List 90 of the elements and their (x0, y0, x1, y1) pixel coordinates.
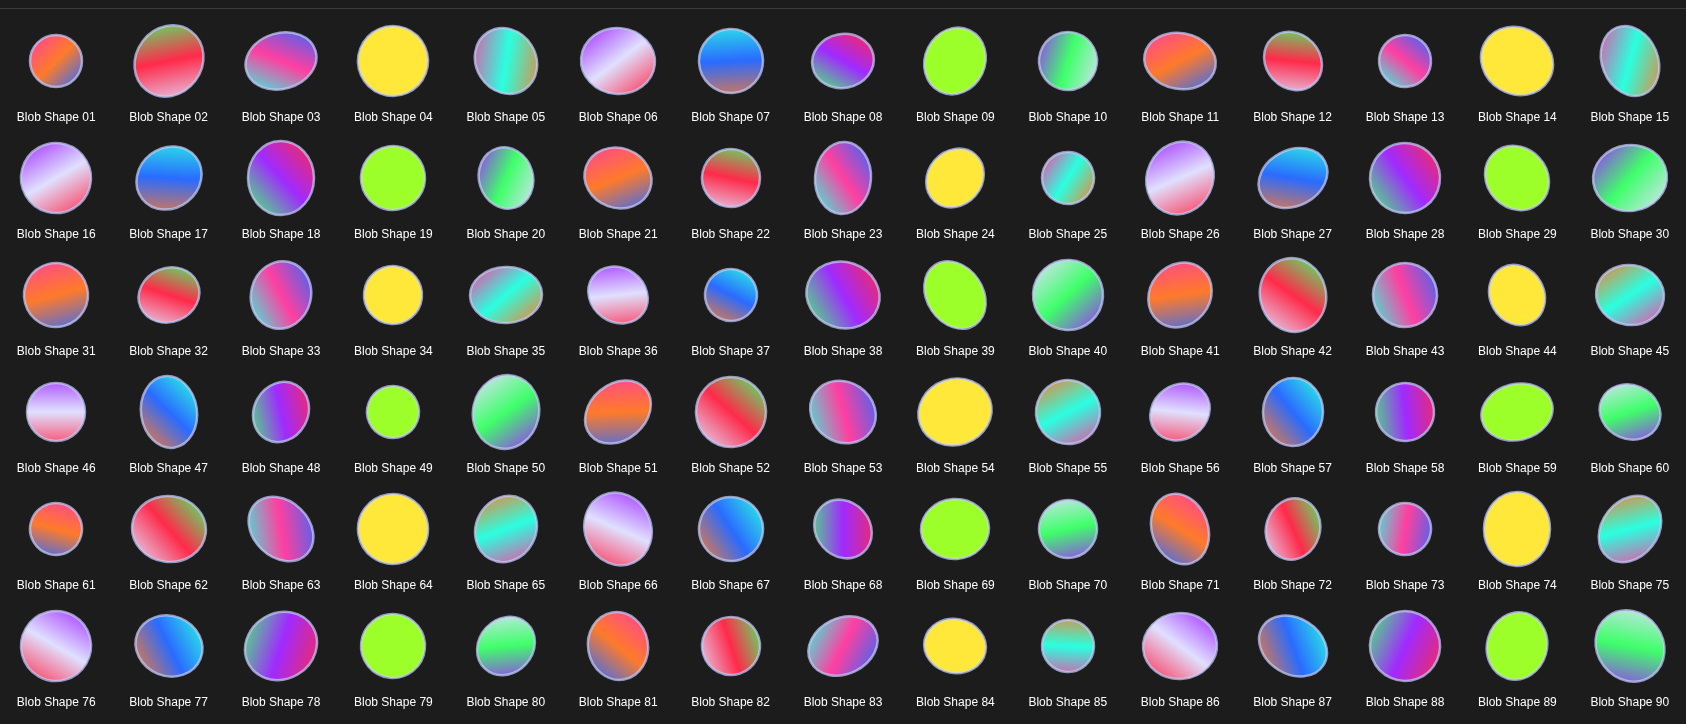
file-name: Blob Shape 78 (241, 695, 321, 709)
file-name: Blob Shape 45 (1590, 344, 1670, 358)
file-name: Blob Shape 71 (1140, 578, 1220, 592)
file-name: Blob Shape 02 (129, 110, 208, 124)
file-name: Blob Shape 64 (354, 578, 433, 592)
file-name: Blob Shape 48 (241, 461, 321, 475)
file-name: Blob Shape 14 (1478, 110, 1557, 124)
file-name: Blob Shape 62 (129, 578, 208, 592)
file-name: Blob Shape 55 (1028, 461, 1108, 475)
file-name: Blob Shape 70 (1028, 578, 1108, 592)
file-name: Blob Shape 24 (916, 227, 995, 241)
file-name: Blob Shape 52 (691, 461, 770, 475)
file-name: Blob Shape 76 (16, 695, 96, 709)
file-name: Blob Shape 47 (129, 461, 208, 475)
file-name: Blob Shape 23 (803, 227, 883, 241)
file-name: Blob Shape 04 (354, 110, 433, 124)
file-name: Blob Shape 25 (1028, 227, 1108, 241)
file-name: Blob Shape 21 (578, 227, 658, 241)
file-name: Blob Shape 54 (916, 461, 995, 475)
file-name: Blob Shape 51 (578, 461, 658, 475)
file-name: Blob Shape 85 (1028, 695, 1108, 709)
file-name: Blob Shape 36 (578, 344, 658, 358)
file-name: Blob Shape 88 (1365, 695, 1445, 709)
file-name: Blob Shape 17 (129, 227, 208, 241)
file-name: Blob Shape 69 (916, 578, 995, 592)
file-name: Blob Shape 26 (1140, 227, 1220, 241)
file-name: Blob Shape 67 (691, 578, 770, 592)
file-name: Blob Shape 27 (1253, 227, 1332, 241)
file-name: Blob Shape 53 (803, 461, 883, 475)
file-name: Blob Shape 18 (241, 227, 321, 241)
file-name: Blob Shape 38 (803, 344, 883, 358)
file-name: Blob Shape 22 (691, 227, 770, 241)
file-name: Blob Shape 63 (241, 578, 321, 592)
file-name: Blob Shape 65 (466, 578, 546, 592)
file-name: Blob Shape 74 (1478, 578, 1557, 592)
file-name: Blob Shape 09 (916, 110, 995, 124)
file-name: Blob Shape 61 (16, 578, 96, 592)
file-name: Blob Shape 43 (1365, 344, 1445, 358)
file-name: Blob Shape 35 (466, 344, 546, 358)
file-name: Blob Shape 03 (241, 110, 321, 124)
file-name: Blob Shape 29 (1478, 227, 1557, 241)
file-name: Blob Shape 19 (354, 227, 433, 241)
file-name: Blob Shape 31 (16, 344, 96, 358)
file-name: Blob Shape 82 (691, 695, 770, 709)
file-name: Blob Shape 42 (1253, 344, 1332, 358)
file-name: Blob Shape 41 (1140, 344, 1220, 358)
file-name: Blob Shape 46 (16, 461, 96, 475)
file-name: Blob Shape 40 (1028, 344, 1108, 358)
file-name: Blob Shape 39 (916, 344, 995, 358)
file-name: Blob Shape 30 (1590, 227, 1670, 241)
file-name: Blob Shape 59 (1478, 461, 1557, 475)
file-name: Blob Shape 50 (466, 461, 546, 475)
file-name: Blob Shape 75 (1590, 578, 1670, 592)
file-name: Blob Shape 05 (466, 110, 546, 124)
file-name: Blob Shape 83 (803, 695, 883, 709)
file-name: Blob Shape 12 (1253, 110, 1332, 124)
file-name: Blob Shape 77 (129, 695, 208, 709)
file-name: Blob Shape 89 (1478, 695, 1557, 709)
file-name: Blob Shape 66 (578, 578, 658, 592)
file-name: Blob Shape 86 (1140, 695, 1220, 709)
file-name: Blob Shape 33 (241, 344, 321, 358)
file-name: Blob Shape 32 (129, 344, 208, 358)
file-name: Blob Shape 84 (916, 695, 995, 709)
file-name: Blob Shape 28 (1365, 227, 1445, 241)
file-name: Blob Shape 60 (1590, 461, 1670, 475)
file-name: Blob Shape 87 (1253, 695, 1332, 709)
file-name: Blob Shape 07 (691, 110, 770, 124)
file-name: Blob Shape 49 (354, 461, 433, 475)
file-name: Blob Shape 08 (803, 110, 883, 124)
file-name: Blob Shape 58 (1365, 461, 1445, 475)
file-name: Blob Shape 06 (578, 110, 658, 124)
file-name: Blob Shape 37 (691, 344, 770, 358)
file-name: Blob Shape 10 (1028, 110, 1108, 124)
file-name: Blob Shape 90 (1590, 695, 1670, 709)
file-name: Blob Shape 20 (466, 227, 546, 241)
file-name: Blob Shape 16 (16, 227, 96, 241)
file-name: Blob Shape 44 (1478, 344, 1557, 358)
file-name: Blob Shape 57 (1253, 461, 1332, 475)
file-name: Blob Shape 15 (1590, 110, 1670, 124)
file-name: Blob Shape 68 (803, 578, 883, 592)
file-name: Blob Shape 56 (1140, 461, 1220, 475)
file-name: Blob Shape 81 (578, 695, 658, 709)
file-name: Blob Shape 11 (1141, 110, 1220, 124)
file-name: Blob Shape 34 (354, 344, 433, 358)
file-name: Blob Shape 13 (1365, 110, 1445, 124)
file-name: Blob Shape 79 (354, 695, 433, 709)
file-name: Blob Shape 80 (466, 695, 546, 709)
file-name: Blob Shape 73 (1365, 578, 1445, 592)
file-name: Blob Shape 01 (16, 110, 96, 124)
file-name: Blob Shape 72 (1253, 578, 1332, 592)
